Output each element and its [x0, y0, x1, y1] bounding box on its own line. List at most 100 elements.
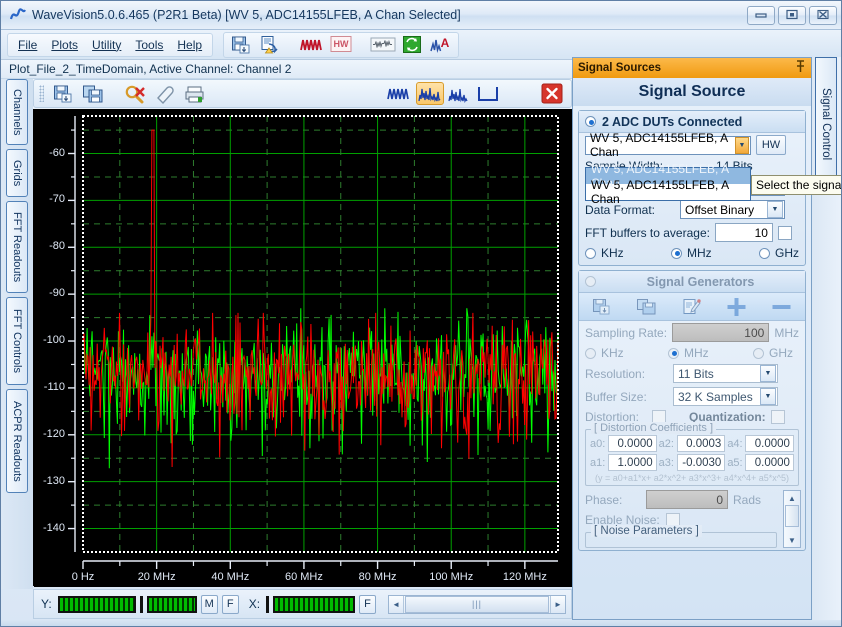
toolbar-grip[interactable] — [39, 85, 44, 102]
signal-icon[interactable] — [370, 34, 396, 56]
coefficient-a2-label: a2: — [659, 438, 675, 450]
y-mode-button[interactable]: M — [201, 595, 218, 614]
x-zoom-slider[interactable] — [273, 596, 355, 613]
signal-source-group-header[interactable]: 2 ADC DUTs Connected — [579, 111, 805, 133]
unit-mhz-radio[interactable] — [671, 248, 682, 259]
save-as-plot-icon[interactable] — [80, 82, 108, 105]
add-generator-icon[interactable] — [724, 296, 750, 318]
time-domain-icon[interactable] — [386, 82, 414, 105]
annotate-icon[interactable]: A — [428, 34, 454, 56]
device-select[interactable]: WV 5, ADC14155LFEB, A Chan ▼ — [585, 136, 751, 155]
menu-plots[interactable]: Plots — [44, 35, 85, 55]
sidebar-item-channels[interactable]: Channels — [6, 79, 28, 145]
x-fit-button[interactable]: F — [359, 595, 376, 614]
dropdown-option-1[interactable]: WV 5, ADC14155LFEB, A Chan — [586, 184, 750, 200]
gen-unit-khz-option[interactable]: KHz — [585, 346, 624, 360]
fft-plot-canvas[interactable] — [34, 110, 573, 587]
waveform-icon[interactable] — [299, 34, 325, 56]
y-fit-button[interactable]: F — [222, 595, 239, 614]
phase-input[interactable]: 0 — [646, 490, 728, 509]
unit-mhz-option[interactable]: MHz — [671, 246, 712, 260]
unit-khz-option[interactable]: KHz — [585, 246, 624, 260]
sidebar-item-fft-readouts[interactable]: FFT Readouts — [6, 201, 28, 293]
save-session-icon[interactable] — [228, 34, 254, 56]
menu-file[interactable]: File — [11, 35, 44, 55]
remove-generator-icon[interactable] — [769, 296, 795, 318]
horizontal-scrollbar[interactable]: ◄ ||| ► — [388, 595, 566, 614]
print-icon[interactable] — [182, 82, 210, 105]
coefficient-a1-input[interactable]: 1.0000 — [608, 454, 657, 471]
x-zoom-label: X: — [249, 597, 260, 611]
gen-unit-mhz-option[interactable]: MHz — [668, 346, 709, 360]
sidebar-item-acpr-readouts[interactable]: ACPR Readouts — [6, 389, 28, 493]
unit-khz-label: KHz — [601, 246, 624, 260]
histogram-icon[interactable] — [476, 82, 504, 105]
coefficient-a2-input[interactable]: 0.0003 — [677, 435, 726, 452]
coefficient-a4-label: a4: — [727, 438, 743, 450]
menu-help[interactable]: Help — [170, 35, 209, 55]
unit-ghz-radio[interactable] — [759, 248, 770, 259]
chevron-down-icon[interactable]: ▼ — [735, 137, 749, 154]
pin-icon[interactable] — [795, 60, 806, 76]
close-button[interactable] — [809, 6, 837, 25]
hw-icon[interactable]: HW — [328, 34, 354, 56]
scroll-up-arrow[interactable]: ▲ — [784, 491, 800, 505]
hw-button[interactable]: HW — [756, 135, 786, 155]
save-generator-icon[interactable] — [589, 296, 615, 318]
fft-plot[interactable]: -60-70-80-90-100-110-120-130-140 0 Hz20 … — [33, 109, 572, 586]
fft-buffers-input[interactable]: 10 — [715, 223, 773, 242]
y-axis-tick-label: -90 — [34, 287, 65, 299]
close-plot-icon[interactable] — [538, 82, 566, 105]
menu-utility[interactable]: Utility — [85, 35, 128, 55]
gen-unit-ghz-radio[interactable] — [753, 348, 764, 359]
gen-unit-khz-radio[interactable] — [585, 348, 596, 359]
fft-buffers-checkbox[interactable] — [778, 226, 792, 240]
y-position-slider[interactable] — [147, 596, 197, 613]
open-session-icon[interactable] — [257, 34, 283, 56]
coefficient-a4-input[interactable]: 0.0000 — [745, 435, 794, 452]
scroll-left-arrow[interactable]: ◄ — [389, 596, 404, 613]
signal-source-radio[interactable] — [585, 116, 596, 127]
y-zoom-slider[interactable] — [58, 596, 136, 613]
coefficient-a0-input[interactable]: 0.0000 — [608, 435, 657, 452]
quantization-checkbox[interactable] — [771, 410, 785, 424]
chevron-down-icon-resolution[interactable]: ▼ — [760, 365, 776, 382]
sidebar-item-fft-controls[interactable]: FFT Controls — [6, 297, 28, 385]
menu-tools[interactable]: Tools — [128, 35, 170, 55]
coefficient-a3-input[interactable]: -0.0030 — [677, 454, 726, 471]
scroll-right-arrow[interactable]: ► — [550, 596, 565, 613]
panel-scrollbar-thumb[interactable] — [785, 505, 799, 527]
minimize-button[interactable] — [747, 6, 775, 25]
sidebar-item-acpr-readouts-label: ACPR Readouts — [11, 401, 23, 482]
gen-unit-ghz-option[interactable]: GHz — [753, 346, 793, 360]
erase-icon[interactable] — [152, 82, 180, 105]
load-generator-icon[interactable] — [634, 296, 660, 318]
device-select-dropdown[interactable]: WV 5, ADC14155LFEB, A Chan WV 5, ADC1415… — [585, 167, 751, 201]
zoom-clear-icon[interactable] — [122, 82, 150, 105]
signal-generators-radio[interactable] — [585, 276, 596, 287]
save-plot-icon[interactable] — [50, 82, 78, 105]
unit-khz-radio[interactable] — [585, 248, 596, 259]
signal-generators-header[interactable]: Signal Generators — [579, 271, 805, 293]
refresh-icon[interactable] — [399, 34, 425, 56]
resolution-select[interactable]: 11 Bits ▼ — [673, 364, 778, 383]
resolution-row: Resolution: 11 Bits ▼ — [579, 362, 805, 385]
fft-spectrum-icon[interactable] — [416, 82, 444, 105]
sampling-rate-input[interactable]: 100 — [672, 323, 769, 342]
buffer-size-select[interactable]: 32 K Samples ▼ — [673, 387, 778, 406]
edit-generator-icon[interactable] — [679, 296, 705, 318]
chevron-down-icon-buffer[interactable]: ▼ — [760, 388, 776, 405]
scrollbar-thumb[interactable]: ||| — [405, 596, 549, 613]
fft-buffers-row: FFT buffers to average: 10 — [579, 221, 805, 244]
gen-unit-mhz-radio[interactable] — [668, 348, 679, 359]
unit-ghz-option[interactable]: GHz — [759, 246, 799, 260]
tab-signal-control[interactable]: Signal Control — [815, 57, 837, 192]
chevron-down-icon-format[interactable]: ▼ — [767, 201, 783, 218]
scroll-down-arrow[interactable]: ▼ — [784, 533, 800, 547]
fft-zoom-icon[interactable] — [446, 82, 474, 105]
phase-row: Phase: 0 Rads — [579, 488, 783, 511]
sidebar-item-grids[interactable]: Grids — [6, 149, 28, 197]
panel-vertical-scrollbar[interactable]: ▲ ▼ — [783, 490, 801, 548]
maximize-button[interactable] — [778, 6, 806, 25]
coefficient-a5-input[interactable]: 0.0000 — [745, 454, 794, 471]
